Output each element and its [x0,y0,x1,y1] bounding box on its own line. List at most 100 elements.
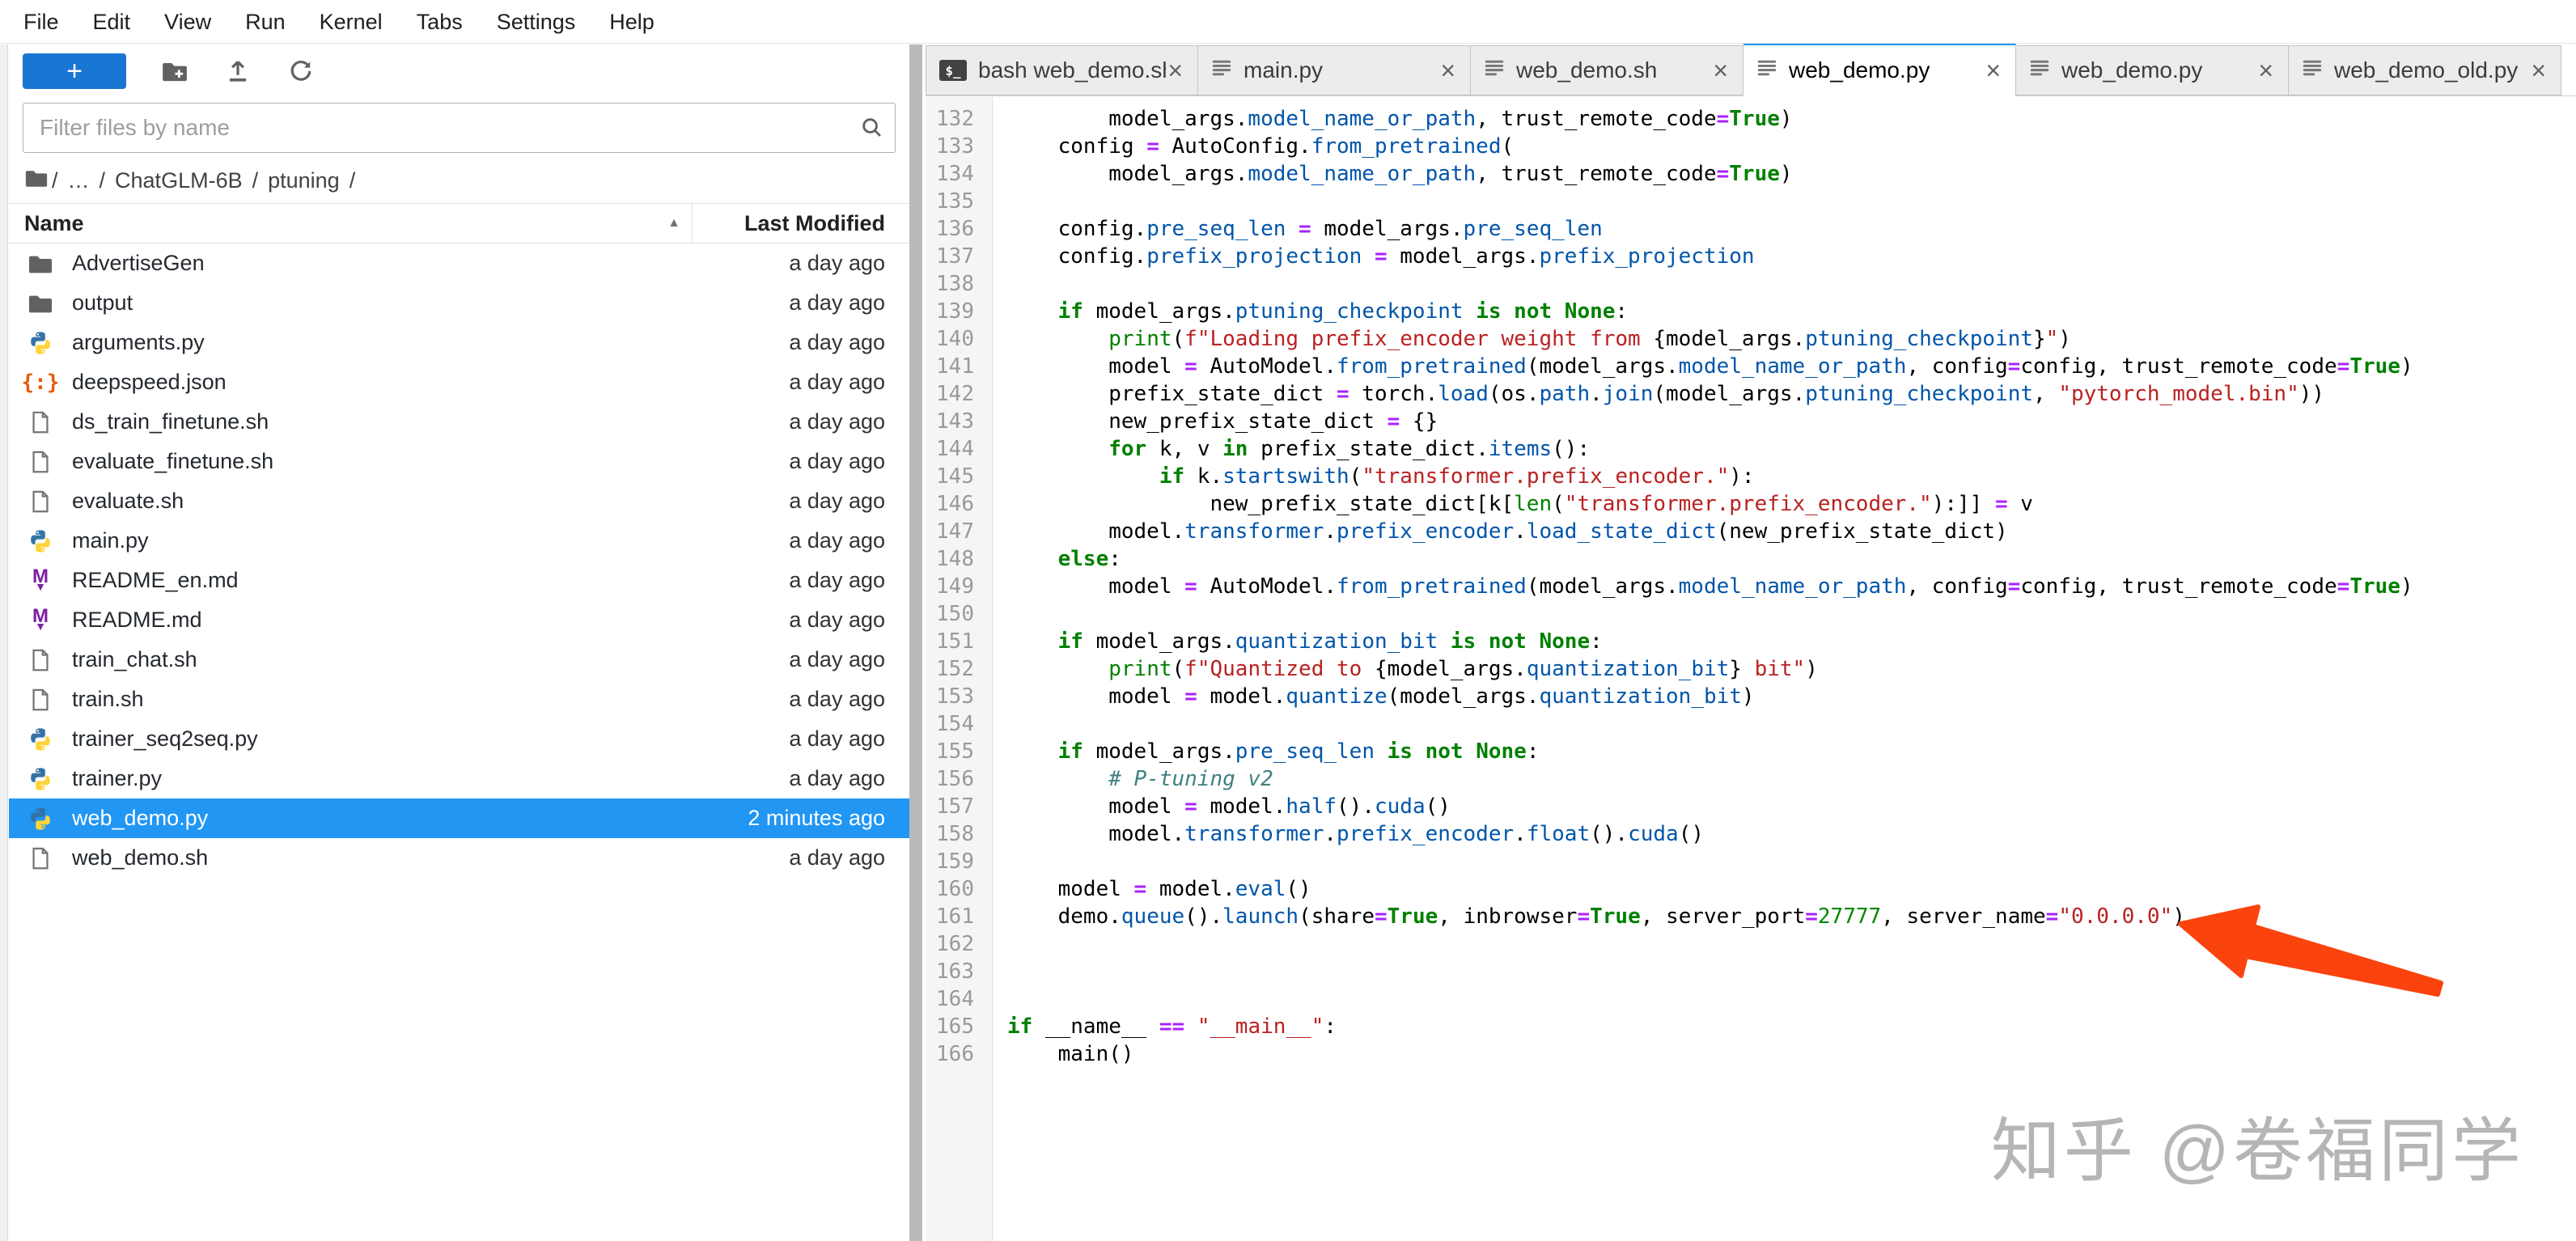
code-line-138[interactable]: 138 [926,270,2576,298]
code-line-141[interactable]: 141 model = AutoModel.from_pretrained(mo… [926,353,2576,380]
code-line-165[interactable]: 165if __name__ == "__main__": [926,1013,2576,1040]
tab-label: web_demo.sh [1516,57,1711,83]
file-row-train.sh[interactable]: train.sha day ago [9,680,909,719]
code-line-137[interactable]: 137 config.prefix_projection = model_arg… [926,243,2576,270]
code-line-154[interactable]: 154 [926,710,2576,738]
breadcrumb-segment[interactable]: ChatGLM-6B [115,168,243,193]
file-row-evaluate.sh[interactable]: evaluate.sha day ago [9,481,909,521]
menu-item-run[interactable]: Run [228,0,303,44]
column-header-last-modified[interactable]: Last Modified [693,211,909,236]
code-line-150[interactable]: 150 [926,600,2576,628]
menu-item-tabs[interactable]: Tabs [400,0,480,44]
code-line-161[interactable]: 161 demo.queue().launch(share=True, inbr… [926,903,2576,930]
file-name: ds_train_finetune.sh [72,409,683,434]
line-number: 134 [926,160,993,188]
code-line-155[interactable]: 155 if model_args.pre_seq_len is not Non… [926,738,2576,765]
file-row-main.py[interactable]: main.pya day ago [9,521,909,561]
new-launcher-button[interactable]: + [23,53,126,89]
close-icon[interactable]: × [2529,56,2548,86]
code-line-159[interactable]: 159 [926,848,2576,875]
file-row-README_en.md[interactable]: M▼README_en.mda day ago [9,561,909,600]
line-number: 143 [926,408,993,435]
code-line-133[interactable]: 133 config = AutoConfig.from_pretrained( [926,133,2576,160]
sidebar-editor-divider[interactable] [909,44,922,1241]
tab-web_demo.py[interactable]: web_demo.py× [1743,41,2016,96]
file-row-trainer.py[interactable]: trainer.pya day ago [9,759,909,798]
home-folder-icon[interactable] [24,166,49,196]
menu-item-kernel[interactable]: Kernel [303,0,400,44]
upload-icon[interactable] [223,57,252,86]
code-line-144[interactable]: 144 for k, v in prefix_state_dict.items(… [926,435,2576,463]
close-icon[interactable]: × [1438,56,1457,86]
tab-main.py[interactable]: main.py× [1198,45,1471,95]
menu-item-file[interactable]: File [6,0,76,44]
breadcrumb-segment[interactable]: … [68,168,90,193]
file-row-train_chat.sh[interactable]: train_chat.sha day ago [9,640,909,680]
code-line-157[interactable]: 157 model = model.half().cuda() [926,793,2576,820]
code-line-152[interactable]: 152 print(f"Quantized to {model_args.qua… [926,655,2576,683]
file-row-output[interactable]: outputa day ago [9,283,909,323]
new-folder-icon[interactable] [160,57,189,86]
menu-item-help[interactable]: Help [592,0,672,44]
close-icon[interactable]: × [2256,56,2275,86]
menu-item-edit[interactable]: Edit [76,0,148,44]
breadcrumb-segment[interactable]: ptuning [268,168,340,193]
code-text: model = AutoModel.from_pretrained(model_… [993,573,2413,600]
file-row-arguments.py[interactable]: arguments.pya day ago [9,323,909,362]
left-sidebar-strip[interactable] [0,44,8,1241]
file-row-ds_train_finetune.sh[interactable]: ds_train_finetune.sha day ago [9,402,909,442]
tab-web_demo.sh[interactable]: web_demo.sh× [1471,45,1743,95]
code-line-156[interactable]: 156 # P-tuning v2 [926,765,2576,793]
code-line-148[interactable]: 148 else: [926,545,2576,573]
code-line-140[interactable]: 140 print(f"Loading prefix_encoder weigh… [926,325,2576,353]
code-line-158[interactable]: 158 model.transformer.prefix_encoder.flo… [926,820,2576,848]
code-line-145[interactable]: 145 if k.startswith("transformer.prefix_… [926,463,2576,490]
file-modified: a day ago [683,647,909,672]
code-line-147[interactable]: 147 model.transformer.prefix_encoder.loa… [926,518,2576,545]
file-row-trainer_seq2seq.py[interactable]: trainer_seq2seq.pya day ago [9,719,909,759]
code-line-163[interactable]: 163 [926,958,2576,985]
code-line-162[interactable]: 162 [926,930,2576,958]
file-row-README.md[interactable]: M▼README.mda day ago [9,600,909,640]
code-line-151[interactable]: 151 if model_args.quantization_bit is no… [926,628,2576,655]
code-line-132[interactable]: 132 model_args.model_name_or_path, trust… [926,105,2576,133]
file-row-web_demo.py[interactable]: web_demo.py2 minutes ago [9,798,909,838]
code-line-142[interactable]: 142 prefix_state_dict = torch.load(os.pa… [926,380,2576,408]
file-row-web_demo.sh[interactable]: web_demo.sha day ago [9,838,909,878]
line-number: 164 [926,985,993,1013]
menu-item-view[interactable]: View [147,0,228,44]
refresh-icon[interactable] [286,57,316,86]
close-icon[interactable]: × [1984,56,2002,86]
code-line-146[interactable]: 146 new_prefix_state_dict[k[len("transfo… [926,490,2576,518]
code-line-164[interactable]: 164 [926,985,2576,1013]
code-line-136[interactable]: 136 config.pre_seq_len = model_args.pre_… [926,215,2576,243]
editor-tab-bar: $_bash web_demo.sh×main.py×web_demo.sh×w… [926,45,2576,96]
file-modified: a day ago [683,330,909,355]
code-line-135[interactable]: 135 [926,188,2576,215]
code-line-160[interactable]: 160 model = model.eval() [926,875,2576,903]
file-filter-input[interactable] [23,115,849,141]
code-line-166[interactable]: 166 main() [926,1040,2576,1068]
code-line-143[interactable]: 143 new_prefix_state_dict = {} [926,408,2576,435]
tab-web_demo.py[interactable]: web_demo.py× [2016,45,2289,95]
file-modified: a day ago [683,290,909,316]
tab-web_demo_old.py[interactable]: web_demo_old.py× [2289,45,2561,95]
menu-item-settings[interactable]: Settings [480,0,593,44]
code-line-153[interactable]: 153 model = model.quantize(model_args.qu… [926,683,2576,710]
close-icon[interactable]: × [1711,56,1730,86]
file-row-deepspeed.json[interactable]: {:}deepspeed.jsona day ago [9,362,909,402]
line-number: 138 [926,270,993,298]
tab-bash-web_demo.sh[interactable]: $_bash web_demo.sh× [926,45,1198,95]
code-text: if k.startswith("transformer.prefix_enco… [993,463,1755,490]
column-header-name[interactable]: Name ▲ [9,204,693,243]
code-line-134[interactable]: 134 model_args.model_name_or_path, trust… [926,160,2576,188]
code-editor[interactable]: 132 model_args.model_name_or_path, trust… [926,97,2576,1241]
code-line-139[interactable]: 139 if model_args.ptuning_checkpoint is … [926,298,2576,325]
file-browser-panel: + /…/ChatGLM-6B/ptuning/ Name ▲ Last Mod… [9,44,909,1241]
code-text: model = model.half().cuda() [993,793,1451,820]
code-text [993,985,1007,1013]
file-row-evaluate_finetune.sh[interactable]: evaluate_finetune.sha day ago [9,442,909,481]
close-icon[interactable]: × [1166,56,1184,86]
file-row-AdvertiseGen[interactable]: AdvertiseGena day ago [9,244,909,283]
code-line-149[interactable]: 149 model = AutoModel.from_pretrained(mo… [926,573,2576,600]
